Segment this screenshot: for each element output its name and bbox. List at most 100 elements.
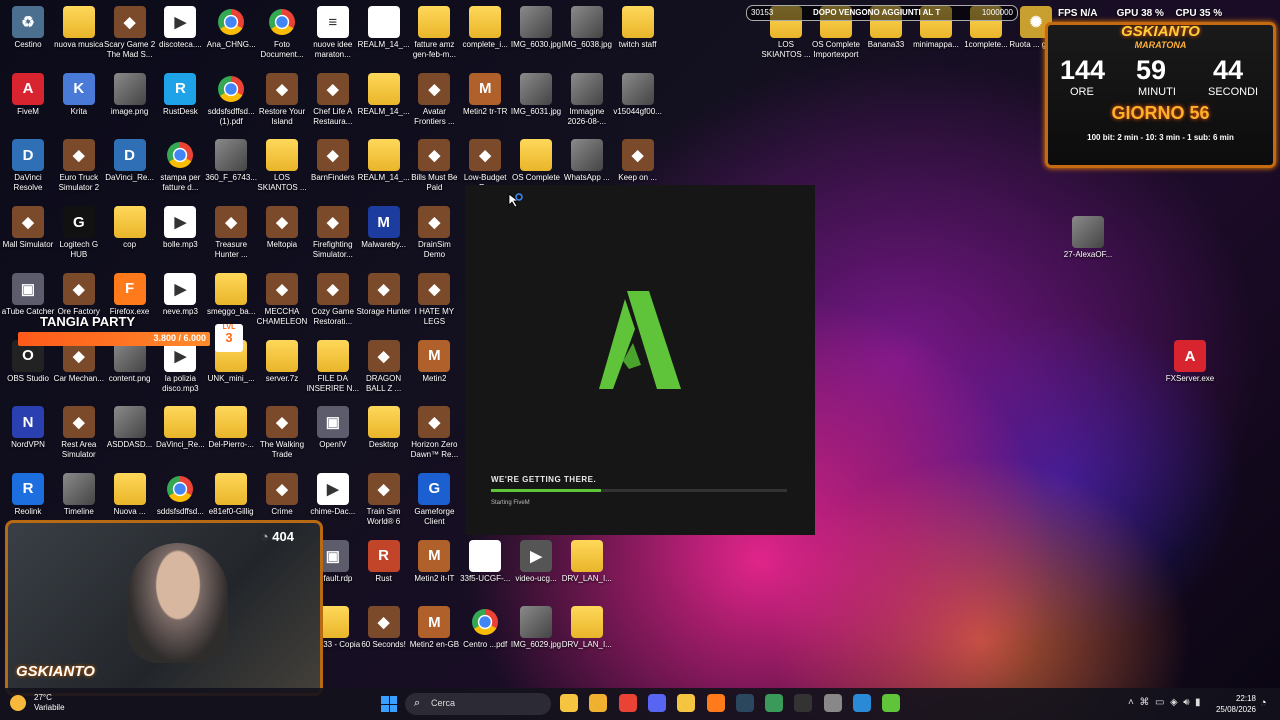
left-desktop-icon[interactable]: M Metin2 it-IT xyxy=(406,539,462,584)
left-desktop-icon[interactable]: ASDDASD... xyxy=(102,406,158,450)
left-desktop-icon[interactable]: ◆ Train Sim World® 6 xyxy=(356,472,412,527)
left-desktop-icon[interactable]: M Metin2 en-GB xyxy=(406,606,462,650)
left-desktop-icon[interactable]: complete_i... xyxy=(457,6,513,50)
left-desktop-icon[interactable]: image.png xyxy=(102,72,158,117)
left-desktop-icon[interactable]: ◆ Meltopia xyxy=(254,206,310,250)
left-desktop-icon[interactable]: ▶ bolle.mp3 xyxy=(152,206,208,250)
discord-icon[interactable] xyxy=(647,694,666,712)
left-desktop-icon[interactable]: ◆ Rest Area Simulator xyxy=(51,406,107,460)
left-desktop-icon[interactable]: ▣ OpenIV xyxy=(305,406,361,450)
left-desktop-icon[interactable]: DRV_LAN_I... xyxy=(559,539,615,584)
image-viewer-icon[interactable] xyxy=(765,694,784,712)
right-desktop-icon[interactable]: A FXServer.exe xyxy=(1162,340,1218,384)
left-desktop-icon[interactable]: ◆ Keep on ... xyxy=(610,139,666,183)
left-desktop-icon[interactable]: R Reolink xyxy=(0,472,56,517)
left-desktop-icon[interactable]: IMG_6030.jpg xyxy=(508,6,564,50)
left-desktop-icon[interactable]: ▶ neve.mp3 xyxy=(152,272,208,317)
left-desktop-icon[interactable]: K Krita xyxy=(51,72,107,117)
left-desktop-icon[interactable]: DRV_LAN_I... xyxy=(559,606,615,650)
left-desktop-icon[interactable]: ◆ The Walking Trade xyxy=(254,406,310,460)
left-desktop-icon[interactable]: M Malwareby... xyxy=(356,206,412,250)
left-desktop-icon[interactable]: sddsfsdffsd... xyxy=(152,473,208,517)
left-desktop-icon[interactable]: stampa per fatture d... xyxy=(152,139,208,193)
firefox-icon[interactable] xyxy=(706,694,725,712)
system-tray[interactable]: ˄ ⌘ ▭ ◈ 🔊︎ ▮ xyxy=(1128,697,1201,708)
left-desktop-icon[interactable]: cop xyxy=(102,206,158,250)
left-desktop-icon[interactable]: ◆ DRAGON BALL Z ... xyxy=(356,339,412,394)
left-desktop-icon[interactable]: ◆ Bills Must Be Paid xyxy=(406,139,462,193)
left-desktop-icon[interactable]: ◆ Horizon Zero Dawn™ Re... xyxy=(406,406,462,460)
left-desktop-icon[interactable]: Foto Document... xyxy=(254,6,310,60)
left-desktop-icon[interactable]: IMG_6031.jpg xyxy=(508,72,564,117)
left-desktop-icon[interactable]: sddsfsdffsd... (1).pdf xyxy=(203,73,259,127)
left-desktop-icon[interactable]: ◆ Storage Hunter xyxy=(356,272,412,317)
left-desktop-icon[interactable]: OS Complete xyxy=(508,139,564,183)
left-desktop-icon[interactable]: ◆ Scary Game 2 The Mad S... xyxy=(102,6,158,60)
left-desktop-icon[interactable]: M Metin2 tr-TR xyxy=(457,72,513,117)
editor-icon[interactable] xyxy=(853,694,871,712)
left-desktop-icon[interactable]: D DaVinci_Re... xyxy=(102,139,158,183)
left-desktop-icon[interactable]: smeggo_ba... xyxy=(203,272,259,317)
obs-icon[interactable] xyxy=(794,694,813,712)
notification-bell-icon[interactable]: ◔ xyxy=(1260,697,1267,709)
left-desktop-icon[interactable]: e81ef0-Gillig xyxy=(203,472,259,517)
left-desktop-icon[interactable]: Centro ...pdf xyxy=(457,606,513,650)
left-desktop-icon[interactable]: 360_F_6743... xyxy=(203,139,259,183)
left-desktop-icon[interactable]: ♻ Cestino xyxy=(0,6,56,50)
taskbar-search-box[interactable]: ⌕ Cerca xyxy=(405,693,551,715)
file-explorer-icon[interactable] xyxy=(560,694,578,712)
left-desktop-icon[interactable]: LOS SKIANTOS ... xyxy=(254,139,310,193)
folder-icon[interactable] xyxy=(677,694,696,712)
left-desktop-icon[interactable]: G Gameforge Client xyxy=(406,472,462,527)
left-desktop-icon[interactable]: ◆ Avatar Frontiers ... xyxy=(406,72,462,127)
left-desktop-icon[interactable]: ◆ Euro Truck Simulator 2 xyxy=(51,139,107,193)
left-desktop-icon[interactable]: ◆ Chef Life A Restaura... xyxy=(305,72,361,127)
left-desktop-icon[interactable]: Del-Pierro-... xyxy=(203,406,259,450)
left-desktop-icon[interactable]: ◆ Ore Factory xyxy=(51,272,107,317)
left-desktop-icon[interactable]: Nuova ... xyxy=(102,472,158,517)
left-desktop-icon[interactable]: 33f5-UCGF-... xyxy=(457,539,513,584)
left-desktop-icon[interactable]: N NordVPN xyxy=(0,406,56,450)
left-desktop-icon[interactable]: Ana_CHNG... xyxy=(203,6,259,50)
left-desktop-icon[interactable]: A FiveM xyxy=(0,72,56,117)
fivem-splash-window[interactable]: WE'RE GETTING THERE. Starting FiveM xyxy=(465,185,815,535)
left-desktop-icon[interactable]: ◆ 60 Seconds! xyxy=(356,606,412,650)
left-desktop-icon[interactable]: Immagine 2026-08-... xyxy=(559,72,615,127)
left-desktop-icon[interactable]: ◆ BarnFinders xyxy=(305,139,361,183)
left-desktop-icon[interactable]: ◆ DrainSim Demo xyxy=(406,206,462,260)
left-desktop-icon[interactable]: M Metin2 xyxy=(406,339,462,384)
steam-icon[interactable] xyxy=(735,694,754,712)
left-desktop-icon[interactable]: ≡ nuove idee maraton... xyxy=(305,6,361,60)
left-desktop-icon[interactable]: F Firefox.exe xyxy=(102,272,158,317)
left-desktop-icon[interactable]: WhatsApp ... xyxy=(559,139,615,183)
left-desktop-icon[interactable]: Desktop xyxy=(356,406,412,450)
left-desktop-icon[interactable]: ▶ video-ucg... xyxy=(508,539,564,584)
left-desktop-icon[interactable]: ◆ MECCHA CHAMELEON xyxy=(254,272,310,327)
taskbar-clock[interactable]: 22:18 25/08/2026 xyxy=(1210,693,1256,715)
left-desktop-icon[interactable]: ◆ Firefighting Simulator... xyxy=(305,206,361,260)
left-desktop-icon[interactable]: v15044gf00... xyxy=(610,72,666,117)
left-desktop-icon[interactable]: ◆ Cozy Game Restorati... xyxy=(305,272,361,327)
settings-icon[interactable] xyxy=(823,694,842,712)
fivem-icon[interactable] xyxy=(882,694,901,712)
left-desktop-icon[interactable]: ◆ Crime xyxy=(254,472,310,517)
left-desktop-icon[interactable]: ◆ I HATE MY LEGS xyxy=(406,272,462,327)
store-icon[interactable] xyxy=(589,694,608,712)
left-desktop-icon[interactable]: ◆ Mall Simulator xyxy=(0,206,56,250)
left-desktop-icon[interactable]: R Rust xyxy=(356,539,412,584)
left-desktop-icon[interactable]: DaVinci_Re... xyxy=(152,406,208,450)
left-desktop-icon[interactable]: FILE DA INSERIRE N... xyxy=(305,339,361,394)
left-desktop-icon[interactable]: nuova musica xyxy=(51,6,107,50)
left-desktop-icon[interactable]: IMG_6029.jpg xyxy=(508,606,564,650)
left-desktop-icon[interactable]: REALM_14_... xyxy=(356,6,412,50)
left-desktop-icon[interactable]: server.7z xyxy=(254,339,310,384)
left-desktop-icon[interactable]: ◆ Treasure Hunter ... xyxy=(203,206,259,260)
left-desktop-icon[interactable]: REALM_14_... xyxy=(356,72,412,117)
left-desktop-icon[interactable]: REALM_14_... xyxy=(356,139,412,183)
left-desktop-icon[interactable]: IMG_6038.jpg xyxy=(559,6,615,50)
left-desktop-icon[interactable]: G Logitech G HUB xyxy=(51,206,107,260)
left-desktop-icon[interactable]: R RustDesk xyxy=(152,72,208,117)
left-desktop-icon[interactable]: D DaVinci Resolve xyxy=(0,139,56,193)
left-desktop-icon[interactable]: Timeline xyxy=(51,472,107,517)
left-desktop-icon[interactable]: ▣ aTube Catcher xyxy=(0,272,56,317)
